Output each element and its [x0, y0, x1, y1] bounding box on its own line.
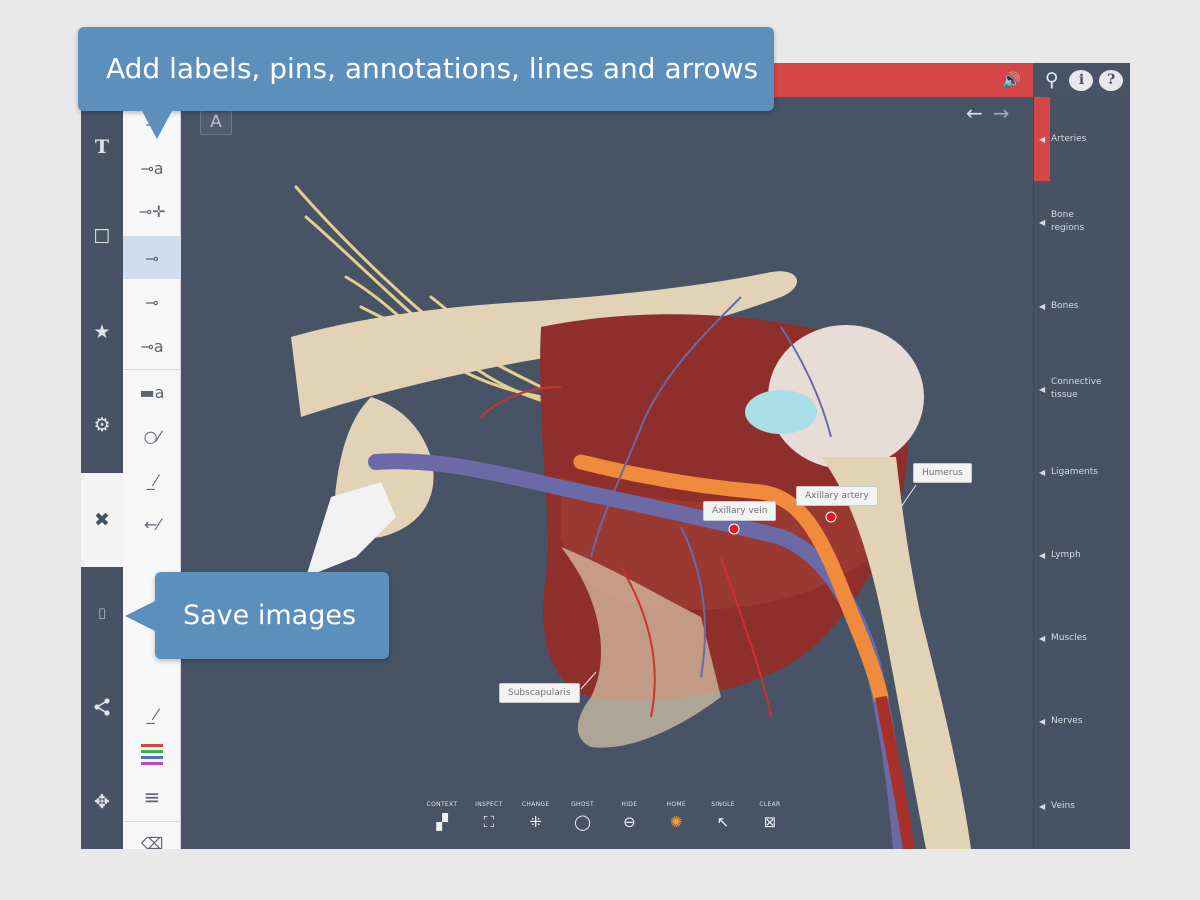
circle-line-icon[interactable]: ○⁄: [123, 415, 181, 457]
ghost-icon: ◯: [574, 813, 591, 831]
help-icon[interactable]: ?: [1099, 69, 1124, 91]
clear-icon: ⊠: [763, 813, 777, 831]
annotation-tool-palette: ⊸ ⊸a ⊸✛ ⊸ ⊸ ⊸a ▬a ○⁄ _⁄ ←⁄ _⁄ ≡ ⌫: [123, 97, 181, 849]
layer-ligaments[interactable]: ◀ Ligaments: [1034, 433, 1130, 511]
hide-label: HIDE: [621, 801, 638, 808]
app-window: 🔊 ⚲ i ? T ☐ ★ ⚙ ✖ ⌷ ✥ ⊸ ⊸a ⊸✛ ⊸ ⊸ ⊸a ▬a …: [81, 63, 1130, 849]
chevron-left-icon: ◀: [1039, 384, 1046, 394]
home-label: HOME: [666, 801, 686, 808]
label-axillary-vein[interactable]: Axillary vein: [703, 501, 777, 521]
system-layers-panel: ◀ Arteries ◀ Bone regions ◀ Bones ◀ Connecti…: [1033, 97, 1130, 849]
layer-bones[interactable]: ◀ Bones: [1034, 267, 1130, 345]
layer-label: Ligaments: [1051, 466, 1098, 477]
pin-selected-icon[interactable]: ⊸: [123, 237, 181, 279]
label-subscapularis[interactable]: Subscapularis: [499, 683, 580, 703]
hide-button[interactable]: HIDE ⊖: [608, 801, 650, 845]
change-label: CHANGE: [521, 801, 550, 808]
callout-save-images: Save images: [125, 572, 389, 659]
font-size-button[interactable]: A: [200, 110, 232, 135]
square-icon[interactable]: ☐: [81, 217, 123, 257]
change-icon: ⁜: [529, 813, 542, 831]
chevron-left-icon: ◀: [1039, 716, 1046, 726]
chevron-left-icon: ◀: [1039, 217, 1046, 227]
camera-icon[interactable]: ⌷: [81, 594, 123, 634]
left-rail: T ☐ ★ ⚙ ✖ ⌷ ✥: [81, 97, 123, 849]
context-button[interactable]: CONTEXT ▞: [421, 801, 463, 845]
layer-label: Arteries: [1051, 133, 1087, 144]
chevron-left-icon: ◀: [1039, 301, 1046, 311]
line-icon[interactable]: _⁄: [123, 459, 181, 501]
speaker-icon[interactable]: 🔊: [1002, 71, 1021, 89]
star-icon[interactable]: ★: [81, 312, 123, 352]
pin-label-icon[interactable]: ⊸a: [123, 147, 181, 189]
context-label: CONTEXT: [426, 801, 458, 808]
move-icon[interactable]: ✥: [81, 782, 123, 822]
layer-label: Bones: [1051, 300, 1079, 311]
clear-label: CLEAR: [759, 801, 781, 808]
chevron-left-icon: ◀: [1039, 134, 1046, 144]
eraser-icon[interactable]: ⌫: [123, 822, 181, 850]
inspect-icon: ⛶: [483, 813, 495, 831]
color-palette-icon[interactable]: [123, 733, 181, 775]
inspect-label: INSPECT: [475, 801, 503, 808]
info-icon[interactable]: i: [1069, 69, 1094, 91]
forward-arrow-icon[interactable]: →: [993, 101, 1020, 125]
bottom-toolbar: CONTEXT ▞ INSPECT ⛶ CHANGE ⁜ GHOST ◯ HIDE ⊖ H…: [421, 801, 791, 845]
line-style-icon[interactable]: _⁄: [123, 693, 181, 735]
context-icon: ▞: [436, 813, 448, 831]
chevron-left-icon: ◀: [1039, 467, 1046, 477]
layer-muscles[interactable]: ◀ Muscles: [1034, 599, 1130, 677]
label-humerus[interactable]: Humerus: [913, 463, 972, 483]
arrow-line-icon[interactable]: ←⁄: [123, 503, 181, 545]
home-button[interactable]: HOME ✺: [655, 801, 697, 845]
ghost-button[interactable]: GHOST ◯: [562, 801, 604, 845]
search-icon[interactable]: ⚲: [1040, 69, 1064, 91]
label-text-icon[interactable]: ▬a: [123, 371, 181, 413]
inspect-button[interactable]: INSPECT ⛶: [468, 801, 510, 845]
layer-label: Lymph: [1051, 549, 1081, 560]
pin-delete-icon[interactable]: ⊸: [123, 281, 181, 323]
clear-button[interactable]: CLEAR ⊠: [749, 801, 791, 845]
single-icon: ↖: [716, 813, 730, 831]
shoulder-anatomy-model: [291, 185, 971, 849]
divider: [123, 369, 181, 370]
chevron-left-icon: ◀: [1039, 633, 1046, 643]
text-icon[interactable]: T: [81, 127, 123, 167]
label-axillary-artery[interactable]: Axillary artery: [796, 486, 878, 506]
layer-label: Muscles: [1051, 632, 1087, 643]
layer-label: Veins: [1051, 800, 1075, 811]
layer-bone-regions[interactable]: ◀ Bone regions: [1034, 183, 1130, 261]
layer-label: Bone regions: [1051, 210, 1085, 233]
layer-arteries[interactable]: ◀ Arteries: [1034, 100, 1130, 178]
line-weight-icon[interactable]: ≡: [123, 776, 181, 818]
annotation-tools-icon[interactable]: ✖: [81, 473, 123, 567]
layer-label: Connective tissue: [1051, 377, 1102, 400]
back-arrow-icon[interactable]: ←: [966, 101, 993, 125]
change-button[interactable]: CHANGE ⁜: [515, 801, 557, 845]
hide-icon: ⊖: [623, 813, 636, 831]
home-icon: ✺: [669, 813, 683, 831]
chevron-left-icon: ◀: [1039, 550, 1046, 560]
gear-icon[interactable]: ⚙: [81, 405, 123, 445]
layer-label: Nerves: [1051, 715, 1083, 726]
callout-annotations: Add labels, pins, annotations, lines and…: [78, 27, 774, 139]
anatomy-3d-viewport[interactable]: Axillary vein Axillary artery Humerus Su…: [181, 97, 1033, 849]
layer-lymph[interactable]: ◀ Lymph: [1034, 516, 1130, 594]
share-icon[interactable]: [81, 687, 123, 727]
pin-text-icon[interactable]: ⊸a: [123, 325, 181, 367]
chevron-left-icon: ◀: [1039, 801, 1046, 811]
pin-move-icon[interactable]: ⊸✛: [123, 190, 181, 232]
top-right-toolbar: ⚲ i ?: [1033, 63, 1130, 97]
single-button[interactable]: SINGLE ↖: [702, 801, 744, 845]
single-label: SINGLE: [711, 801, 735, 808]
layer-nerves[interactable]: ◀ Nerves: [1034, 682, 1130, 760]
layer-connective-tissue[interactable]: ◀ Connective tissue: [1034, 350, 1130, 428]
layer-veins[interactable]: ◀ Veins: [1034, 767, 1130, 845]
view-history-nav: ←→: [966, 101, 1020, 125]
ghost-label: GHOST: [571, 801, 594, 808]
